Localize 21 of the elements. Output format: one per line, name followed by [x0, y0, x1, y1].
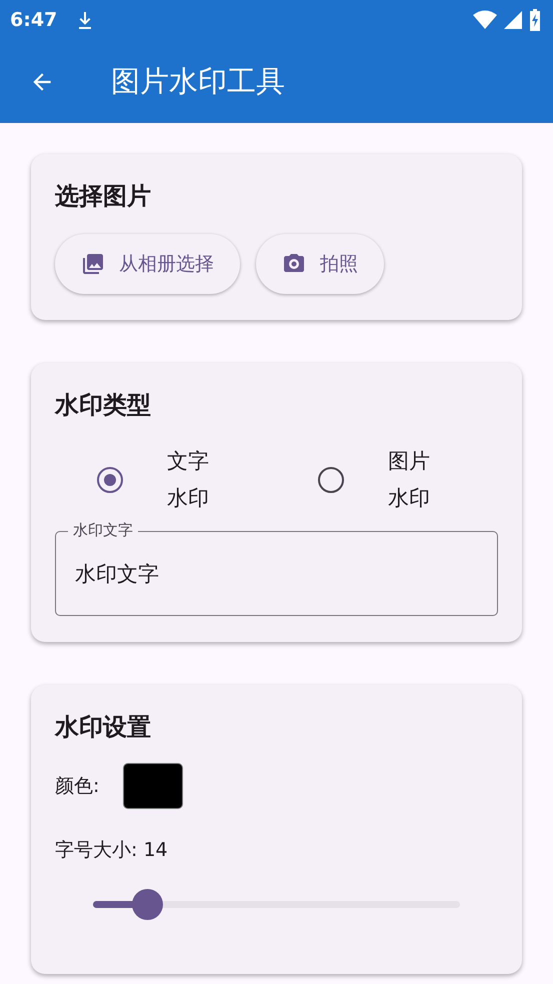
pick-button[interactable]: 拍照 — [256, 234, 384, 294]
card-title: 水印类型 — [55, 390, 152, 421]
battery-icon — [529, 9, 541, 31]
field-label: 水印文字 — [68, 520, 138, 540]
radio-label: 图片水印 — [388, 448, 431, 512]
size-label: 字号大小: 14 — [55, 838, 169, 863]
radio-button[interactable] — [318, 467, 344, 493]
radio-button[interactable] — [97, 467, 123, 493]
signal-icon — [503, 10, 523, 30]
card-title: 选择图片 — [55, 181, 152, 212]
status-time: 6:47 — [10, 9, 58, 31]
pick-button[interactable]: 从相册选择 — [55, 234, 240, 294]
wifi-icon — [473, 10, 497, 30]
card-title: 水印设置 — [55, 712, 152, 743]
color-label: 颜色: — [55, 774, 100, 799]
color-swatch[interactable] — [123, 763, 184, 809]
radio-label: 文字水印 — [167, 448, 210, 512]
gallery-icon — [81, 252, 105, 276]
input-field[interactable]: 水印文字 水印文字 — [55, 520, 498, 616]
app-title: 图片水印工具 — [111, 62, 285, 100]
download-icon — [77, 10, 94, 30]
